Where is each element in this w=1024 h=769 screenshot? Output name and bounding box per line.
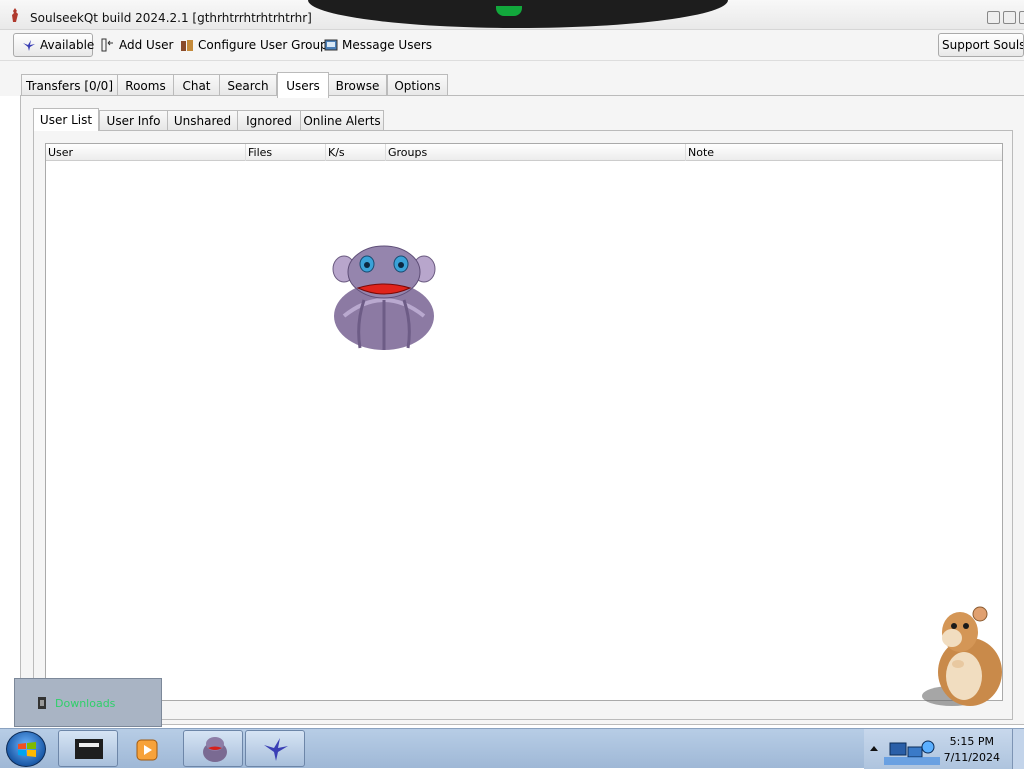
hamster-desktop-pet[interactable] — [918, 604, 1008, 710]
minimize-button[interactable] — [987, 11, 1000, 24]
taskbar-media-player[interactable] — [121, 730, 171, 767]
message-users-label: Message Users — [342, 38, 433, 52]
tab-users[interactable]: Users — [277, 72, 329, 98]
clock-time: 5:15 PM — [949, 735, 994, 748]
taskbar-app-soulseek[interactable] — [245, 730, 305, 767]
add-user-button[interactable]: Add User — [101, 33, 173, 57]
title-bar: SoulseekQt build 2024.2.1 [gthrhtrrhtrht… — [0, 0, 1024, 30]
tab-user-list[interactable]: User List — [33, 108, 99, 131]
tab-transfers[interactable]: Transfers [0/0] — [21, 74, 118, 97]
soulseek-app-icon — [12, 8, 18, 22]
column-groups[interactable]: Groups — [386, 144, 686, 161]
taskbar-clock[interactable]: 5:15 PM 7/11/2024 — [944, 734, 1000, 766]
column-user[interactable]: User — [46, 144, 246, 161]
tab-online-alerts[interactable]: Online Alerts — [300, 110, 384, 131]
tab-chat[interactable]: Chat — [173, 74, 220, 97]
message-users-icon — [324, 39, 338, 51]
window-title: SoulseekQt build 2024.2.1 [gthrhtrrhtrht… — [30, 11, 312, 25]
clock-date: 7/11/2024 — [943, 751, 1000, 764]
system-tray: 5:15 PM 7/11/2024 — [864, 729, 1024, 769]
tab-user-info[interactable]: User Info — [99, 110, 168, 131]
table-header: User Files K/s Groups Note — [46, 144, 1002, 161]
close-button[interactable] — [1019, 11, 1024, 24]
add-user-label: Add User — [119, 38, 174, 52]
taskbar: 5:15 PM 7/11/2024 — [0, 728, 1024, 769]
column-files[interactable]: Files — [246, 144, 326, 161]
taskbar-app-1[interactable] — [58, 730, 118, 767]
bird-icon — [23, 40, 35, 51]
windows-logo-icon — [18, 742, 36, 757]
taskbar-app-monkey[interactable] — [183, 730, 243, 767]
maximize-button[interactable] — [1003, 11, 1016, 24]
tab-rooms[interactable]: Rooms — [117, 74, 174, 97]
desktop-window-icon — [75, 739, 103, 759]
configure-user-groups-label: Configure User Groups — [198, 38, 334, 52]
add-user-icon — [101, 38, 113, 52]
status-available-button[interactable]: Available — [13, 33, 95, 57]
purple-monkey-desktop-pet[interactable] — [330, 244, 438, 352]
tab-options[interactable]: Options — [387, 74, 448, 97]
media-player-icon — [136, 739, 158, 761]
tab-ignored[interactable]: Ignored — [237, 110, 301, 131]
soulseek-bird-icon — [264, 738, 288, 761]
toolbar: Available Add User Configure User Groups… — [0, 30, 1024, 61]
column-kbps[interactable]: K/s — [326, 144, 386, 161]
main-tab-bar: Transfers [0/0] Rooms Chat Search Users … — [0, 61, 1024, 98]
support-soulseek-button[interactable]: Support Soulseek — [938, 33, 1024, 57]
support-soulseek-label: Support Soulseek — [942, 38, 1023, 52]
user-list-table[interactable]: User Files K/s Groups Note — [45, 143, 1003, 701]
downloads-label: Downloads — [55, 697, 116, 710]
gadget-led — [496, 6, 522, 16]
show-desktop-button[interactable] — [1012, 729, 1024, 769]
tab-unshared[interactable]: Unshared — [167, 110, 238, 131]
tab-browse[interactable]: Browse — [328, 74, 387, 97]
downloads-icon — [38, 697, 46, 709]
message-users-button[interactable]: Message Users — [324, 33, 432, 57]
network-status-icon[interactable] — [884, 737, 940, 765]
column-note[interactable]: Note — [686, 144, 1002, 161]
show-hidden-icons-icon[interactable] — [870, 745, 878, 751]
status-label: Available — [40, 38, 95, 52]
desktop-gadget-bar — [308, 0, 728, 28]
downloads-tray-popup[interactable]: Downloads — [14, 678, 162, 727]
users-panel: User List User Info Unshared Ignored Onl… — [20, 95, 1024, 725]
monkey-app-icon — [203, 737, 227, 762]
start-button[interactable] — [6, 731, 46, 767]
tab-search[interactable]: Search — [219, 74, 277, 97]
configure-user-groups-button[interactable]: Configure User Groups — [180, 33, 334, 57]
user-list-panel: User Files K/s Groups Note — [33, 130, 1013, 720]
user-groups-icon — [181, 40, 193, 51]
